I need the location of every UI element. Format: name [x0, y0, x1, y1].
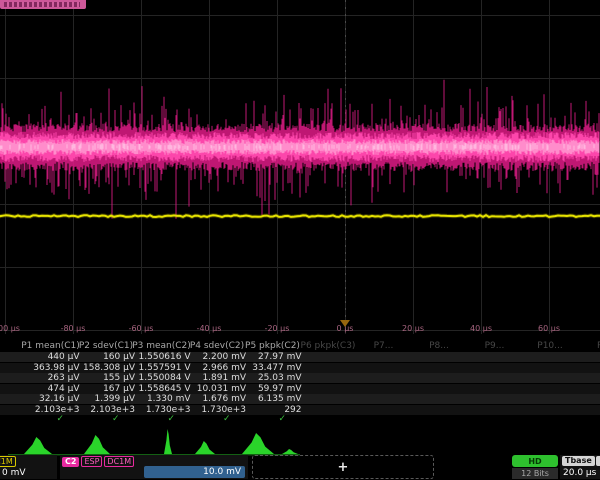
- measure-value: 155 µV: [76, 373, 135, 383]
- measure-value: 33.477 mV: [243, 363, 302, 373]
- measure-value: 1.399 µV: [76, 394, 135, 404]
- measure-column-header-11[interactable]: P11: [572, 341, 600, 351]
- measure-value: 1.676 mV: [187, 394, 246, 404]
- measure-value: 27.97 mV: [243, 352, 302, 362]
- status-check-icon: ✓: [279, 414, 287, 424]
- measurement-table: P1 mean(C1)440 µV363.98 µV263 µV474 µV32…: [0, 341, 600, 427]
- c2-esp-chip: ESP: [81, 456, 102, 467]
- c1-coupling-chip: DC1M: [0, 456, 16, 467]
- oscilloscope-screen: -100 µs -80 µs -60 µs -40 µs -20 µs 0 µs 20 µs…: [0, 0, 600, 480]
- measure-value: 363.98 µV: [21, 363, 80, 373]
- measure-value: 440 µV: [21, 352, 80, 362]
- tbase-chip: Tbase: [562, 456, 595, 466]
- measure-value: 1.891 mV: [187, 373, 246, 383]
- measure-value: 158.308 µV: [76, 363, 135, 373]
- measure-value: 1.557591 V: [132, 363, 191, 373]
- c2-coupling-chip: DC1M: [104, 456, 134, 467]
- c2-scale-value[interactable]: 10.0 mV: [144, 466, 245, 478]
- measure-value: 2.103e+3: [21, 405, 80, 415]
- time-axis-label: -80 µs: [61, 324, 86, 333]
- histicon-peak: [195, 441, 215, 454]
- bits-text: 12 Bits: [521, 469, 549, 478]
- time-axis-label: 20 µs: [402, 324, 424, 333]
- c1-trace: [0, 215, 600, 217]
- time-axis-label: -40 µs: [197, 324, 222, 333]
- waveform-plot-area[interactable]: [0, 0, 600, 334]
- measure-value: 10.031 mV: [187, 384, 246, 394]
- hd-label: HD: [528, 457, 541, 466]
- tbase-clipped-chip: [596, 456, 600, 466]
- time-axis-label: 0 µs: [337, 324, 354, 333]
- measure-value: 6.135 mV: [243, 394, 302, 404]
- measure-value: 59.97 mV: [243, 384, 302, 394]
- measure-value: 2.103e+3: [76, 405, 135, 415]
- measure-value: 167 µV: [76, 384, 135, 394]
- hd-mode-badge[interactable]: HD: [512, 455, 558, 467]
- measure-value: 160 µV: [76, 352, 135, 362]
- measure-value: 1.558645 V: [132, 384, 191, 394]
- channel-c2-descriptor[interactable]: C2 ESP DC1M 10.0 mV: [60, 455, 248, 479]
- measure-value: 2.200 mV: [187, 352, 246, 362]
- histicon-peak: [164, 429, 172, 454]
- c1-scale-value: 0 mV: [2, 468, 26, 478]
- measure-value: 32.16 µV: [21, 394, 80, 404]
- measure-value: 2.966 mV: [187, 363, 246, 373]
- status-check-icon: ✓: [57, 414, 65, 424]
- hd-bits-label: 12 Bits: [512, 468, 558, 479]
- time-axis-label: 40 µs: [470, 324, 492, 333]
- tbase-scale-value: 20.0 µs: [563, 468, 596, 478]
- time-axis-label: -100 µs: [0, 324, 20, 333]
- trace-canvas: [0, 0, 600, 334]
- measure-value: 292: [243, 405, 302, 415]
- histicon-peak: [242, 433, 274, 454]
- time-axis-label: -20 µs: [265, 324, 290, 333]
- histicon-peak: [84, 435, 110, 454]
- status-check-icon: ✓: [223, 414, 231, 424]
- histicon-peak: [24, 437, 52, 454]
- measure-value: 263 µV: [21, 373, 80, 383]
- measure-value: 1.730e+3: [187, 405, 246, 415]
- timebase-descriptor[interactable]: Tbase 20.0 µs: [560, 455, 600, 479]
- time-axis-label: -60 µs: [129, 324, 154, 333]
- time-axis-label: 60 µs: [538, 324, 560, 333]
- status-check-icon: ✓: [168, 414, 176, 424]
- measure-value: 1.550616 V: [132, 352, 191, 362]
- channel-c1-descriptor[interactable]: DC1M 0 mV: [0, 455, 57, 479]
- measure-value: 1.730e+3: [132, 405, 191, 415]
- banner-text-smudge: [4, 2, 80, 7]
- c2-label-chip: C2: [62, 457, 79, 467]
- status-check-icon: ✓: [112, 414, 120, 424]
- histicon-peak: [282, 449, 298, 454]
- time-axis: -100 µs -80 µs -60 µs -40 µs -20 µs 0 µs 20 µs…: [0, 320, 600, 336]
- add-trace-button[interactable]: +: [252, 455, 434, 479]
- measurement-histicons: [0, 428, 600, 458]
- measure-value: 25.03 mV: [243, 373, 302, 383]
- measure-value: 1.550084 V: [132, 373, 191, 383]
- cropped-pink-banner: [0, 0, 86, 9]
- plus-icon: +: [338, 460, 349, 475]
- measure-value: 474 µV: [21, 384, 80, 394]
- measure-value: 1.330 mV: [132, 394, 191, 404]
